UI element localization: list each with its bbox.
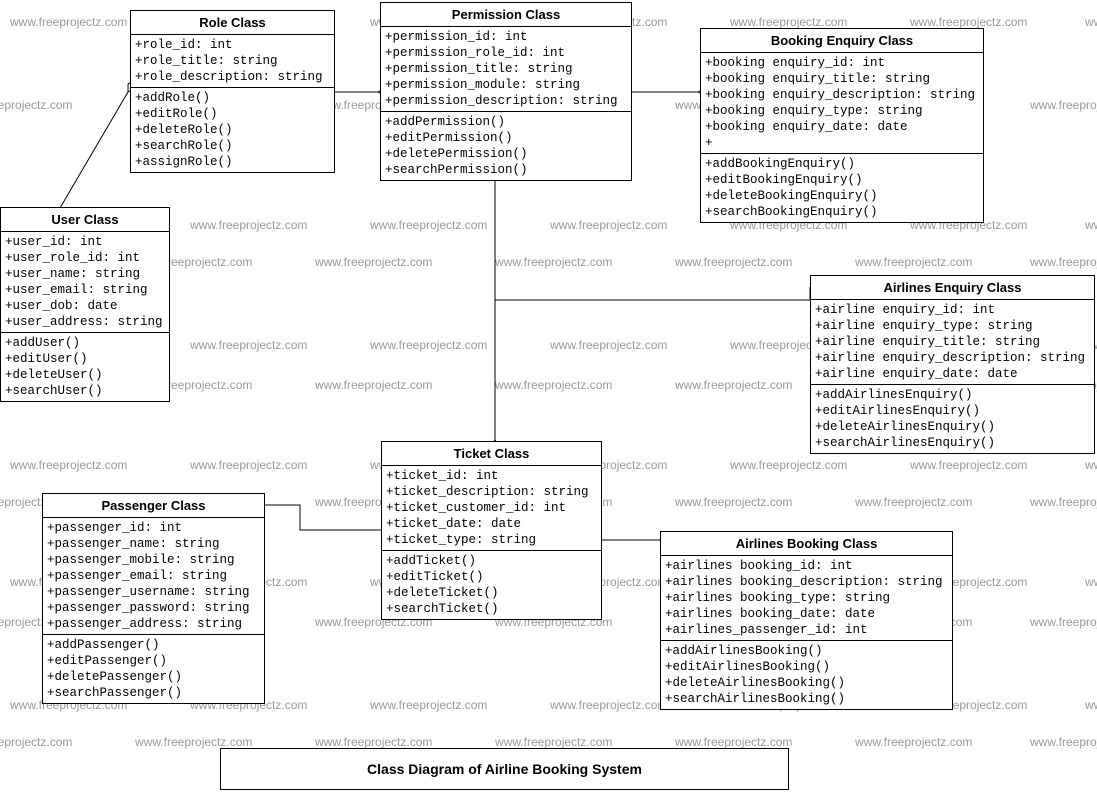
class-attrs: +ticket_id: int+ticket_description: stri… [382, 466, 601, 551]
class-title: User Class [1, 208, 169, 232]
class-attrs: +permission_id: int+permission_role_id: … [381, 27, 631, 112]
class-ops: +addBookingEnquiry()+editBookingEnquiry(… [701, 154, 983, 222]
class-passenger: Passenger Class +passenger_id: int+passe… [42, 493, 265, 704]
class-title: Permission Class [381, 3, 631, 27]
class-ticket: Ticket Class +ticket_id: int+ticket_desc… [381, 441, 602, 620]
class-ops: +addPermission()+editPermission()+delete… [381, 112, 631, 180]
class-ops: +addUser()+editUser()+deleteUser()+searc… [1, 333, 169, 401]
class-title: Booking Enquiry Class [701, 29, 983, 53]
class-ops: +addTicket()+editTicket()+deleteTicket()… [382, 551, 601, 619]
class-attrs: +airlines booking_id: int+airlines booki… [661, 556, 952, 641]
class-attrs: +booking enquiry_id: int+booking enquiry… [701, 53, 983, 154]
class-title: Role Class [131, 11, 334, 35]
class-ops: +addRole()+editRole()+deleteRole()+searc… [131, 88, 334, 172]
class-title: Airlines Enquiry Class [811, 276, 1094, 300]
class-attrs: +role_id: int+role_title: string+role_de… [131, 35, 334, 88]
class-title: Airlines Booking Class [661, 532, 952, 556]
class-attrs: +airline enquiry_id: int+airline enquiry… [811, 300, 1094, 385]
class-attrs: +passenger_id: int+passenger_name: strin… [43, 518, 264, 635]
class-title: Ticket Class [382, 442, 601, 466]
class-permission: Permission Class +permission_id: int+per… [380, 2, 632, 181]
class-booking-enquiry: Booking Enquiry Class +booking enquiry_i… [700, 28, 984, 223]
diagram-caption: Class Diagram of Airline Booking System [220, 748, 789, 790]
class-role: Role Class +role_id: int+role_title: str… [130, 10, 335, 173]
class-attrs: +user_id: int+user_role_id: int+user_nam… [1, 232, 169, 333]
class-ops: +addAirlinesEnquiry()+editAirlinesEnquir… [811, 385, 1094, 453]
class-airlines-enquiry: Airlines Enquiry Class +airline enquiry_… [810, 275, 1095, 454]
class-user: User Class +user_id: int+user_role_id: i… [0, 207, 170, 402]
class-ops: +addPassenger()+editPassenger()+deletePa… [43, 635, 264, 703]
class-airlines-booking: Airlines Booking Class +airlines booking… [660, 531, 953, 710]
class-title: Passenger Class [43, 494, 264, 518]
class-ops: +addAirlinesBooking()+editAirlinesBookin… [661, 641, 952, 709]
